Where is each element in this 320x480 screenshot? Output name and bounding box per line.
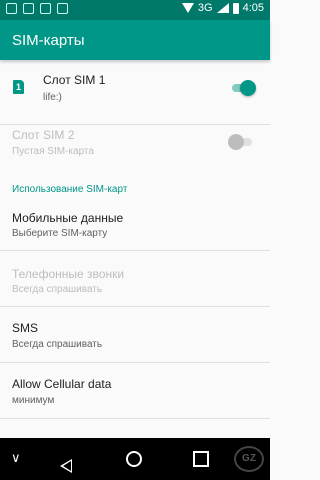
mail-icon — [40, 3, 51, 14]
chevron-down-icon[interactable]: ∨ — [11, 450, 21, 466]
back-button[interactable] — [60, 459, 72, 473]
recents-button[interactable] — [193, 451, 209, 467]
sms-title: SMS — [12, 321, 39, 335]
home-button[interactable] — [126, 451, 142, 467]
bag-icon — [57, 3, 68, 14]
mobile-data-title: Мобильные данные — [12, 211, 124, 225]
sim-card-icon: 1 — [13, 80, 24, 94]
phone-calls-row: Телефонные звонки Всегда спрашивать — [0, 251, 270, 306]
allow-cellular-data-title: Allow Cellular data — [12, 377, 112, 391]
sim-slot-1-subtitle: life:) — [43, 92, 62, 103]
navigation-bar: ∨ GZ — [0, 438, 270, 480]
sim-slot-1-title: Слот SIM 1 — [43, 73, 106, 87]
sim-slot-2-row: Слот SIM 2 Пустая SIM-карта — [0, 124, 270, 176]
allow-cellular-data-subtitle: минимум — [12, 395, 55, 406]
battery-icon — [232, 2, 239, 14]
sim-slot-2-title: Слот SIM 2 — [12, 128, 75, 142]
page-title: SIM-карты — [12, 32, 85, 49]
toggle-knob — [240, 80, 256, 96]
status-bar: 3G 4:05 — [0, 0, 270, 20]
wifi-icon — [181, 3, 194, 13]
clock: 4:05 — [242, 2, 264, 14]
status-right: 3G 4:05 — [181, 2, 264, 14]
signal-icon — [216, 3, 229, 13]
phone-calls-subtitle: Всегда спрашивать — [12, 284, 103, 295]
notification-icons — [6, 3, 68, 14]
watermark-logo: GZ — [234, 446, 264, 472]
network-type: 3G — [197, 2, 213, 14]
mobile-data-row[interactable]: Мобильные данные Выберите SIM-карту — [0, 200, 270, 250]
app-bar: SIM-карты — [0, 20, 270, 60]
section-header: Использование SIM-карт — [12, 184, 128, 195]
mobile-data-subtitle: Выберите SIM-карту — [12, 228, 108, 239]
sim-slot-1-row[interactable]: 1 Слот SIM 1 life:) — [0, 60, 270, 124]
sim-slot-2-subtitle: Пустая SIM-карта — [12, 146, 94, 157]
phone-calls-title: Телефонные звонки — [12, 267, 125, 281]
sms-row[interactable]: SMS Всегда спрашивать — [0, 307, 270, 362]
allow-cellular-data-row[interactable]: Allow Cellular data минимум — [0, 363, 270, 418]
toggle-knob — [228, 134, 244, 150]
sim-slot-1-toggle[interactable] — [232, 80, 256, 96]
notification-icon — [6, 3, 17, 14]
sms-subtitle: Всегда спрашивать — [12, 339, 103, 350]
image-icon — [23, 3, 34, 14]
sim-slot-2-toggle — [228, 134, 252, 150]
divider — [0, 418, 270, 419]
